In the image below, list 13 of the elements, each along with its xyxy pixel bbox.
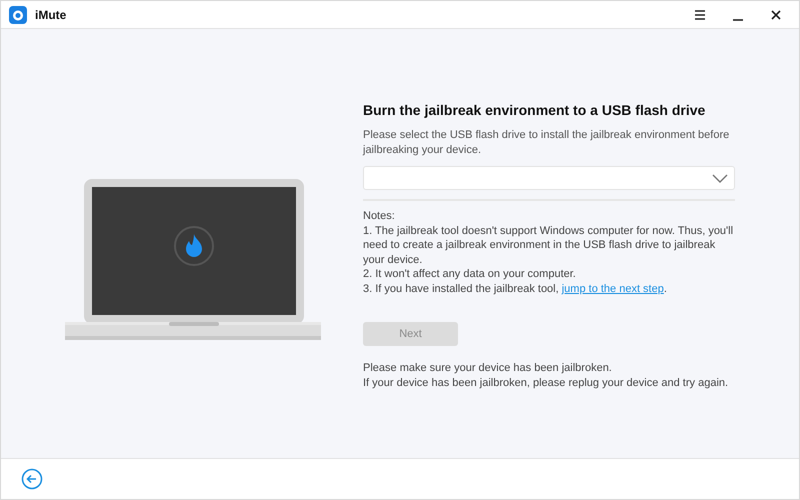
panel-heading: Burn the jailbreak environment to a USB flash drive: [363, 102, 706, 118]
note-text: 2. It won't affect any data on your computer.: [363, 267, 577, 282]
status-message: If your device has been jailbroken, please replug your device and try again.: [363, 376, 730, 391]
note-text: 3. If you have installed the jailbreak tool, jump to the next step.: [363, 282, 668, 296]
next-step-link[interactable]: jump to the next step: [562, 282, 664, 294]
window-title: iMute: [35, 8, 66, 22]
back-icon[interactable]: [21, 468, 43, 490]
chevron-down-icon: [712, 174, 728, 182]
app-logo-icon: [9, 6, 27, 24]
panel-description: Please select the USB flash drive to install the jailbreak environment before jailbreaking your device.: [363, 128, 730, 158]
note-text: 1. The jailbreak tool doesn't support Windows computer for now. Thus, you'll need to create a jailbreak environment in the USB flash drive to jailbreak your device.: [363, 224, 734, 267]
status-message: Please make sure your device has been jailbroken.: [363, 361, 613, 376]
notes-heading: Notes:: [363, 209, 396, 224]
